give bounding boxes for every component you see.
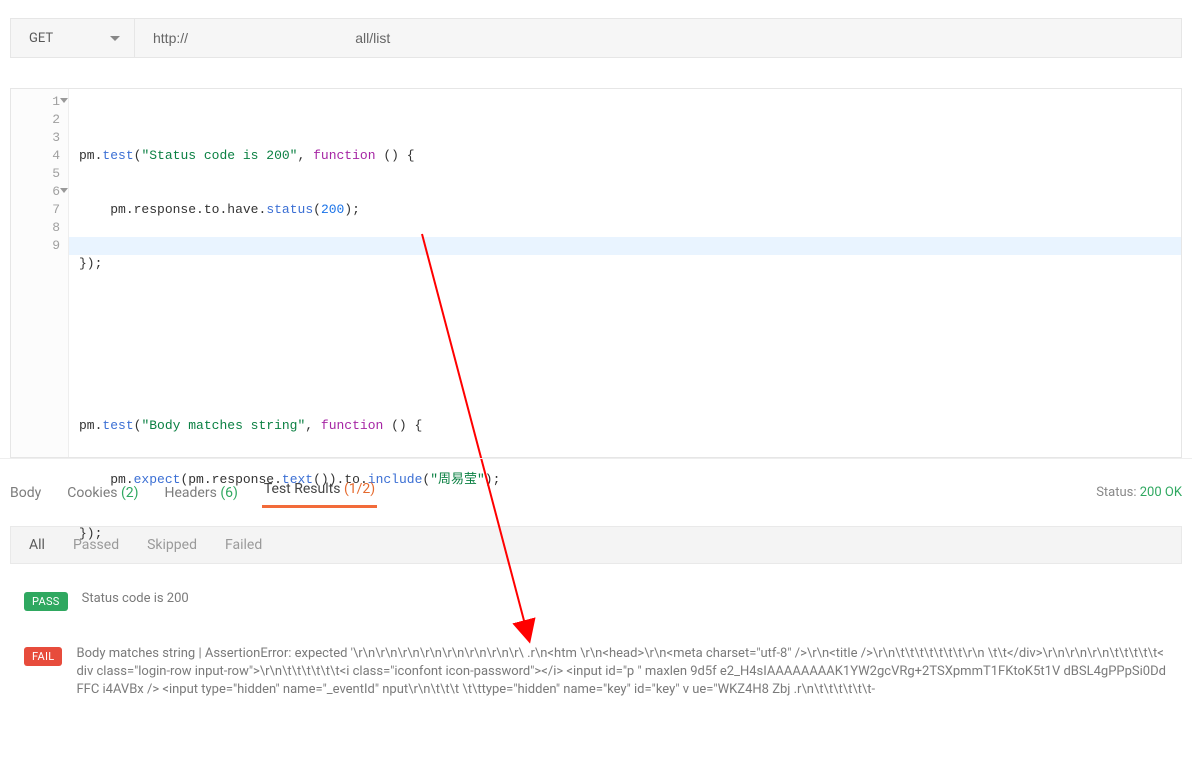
tab-headers[interactable]: Headers (6) [163,481,240,505]
response-tabs: Body Cookies (2) Headers (6) Test Result… [0,458,1192,518]
test-script-editor[interactable]: 1 2345 6 789 pm.test("Status code is 200… [10,88,1182,458]
tab-body[interactable]: Body [8,481,43,505]
editor-gutter: 1 2345 6 789 [11,89,69,457]
tab-test-results[interactable]: Test Results (1/2) [262,477,377,508]
chevron-down-icon [110,36,120,41]
test-message: Body matches string | AssertionError: ex… [76,645,1168,699]
method-select[interactable]: GET [11,19,135,57]
cursor-line-highlight [69,237,1181,255]
fold-icon [60,188,68,193]
request-bar: GET [10,18,1182,58]
url-input[interactable] [135,19,1181,57]
status-indicator: Status: 200 OK [1096,485,1182,500]
method-label: GET [29,31,53,46]
editor-code[interactable]: pm.test("Status code is 200", function (… [69,89,1181,457]
pass-badge: PASS [24,592,68,611]
test-result-fail: FAIL Body matches string | AssertionErro… [10,637,1182,707]
filter-all[interactable]: All [29,537,45,553]
fail-badge: FAIL [24,647,62,666]
fold-icon [60,98,68,103]
tab-cookies[interactable]: Cookies (2) [65,481,140,505]
